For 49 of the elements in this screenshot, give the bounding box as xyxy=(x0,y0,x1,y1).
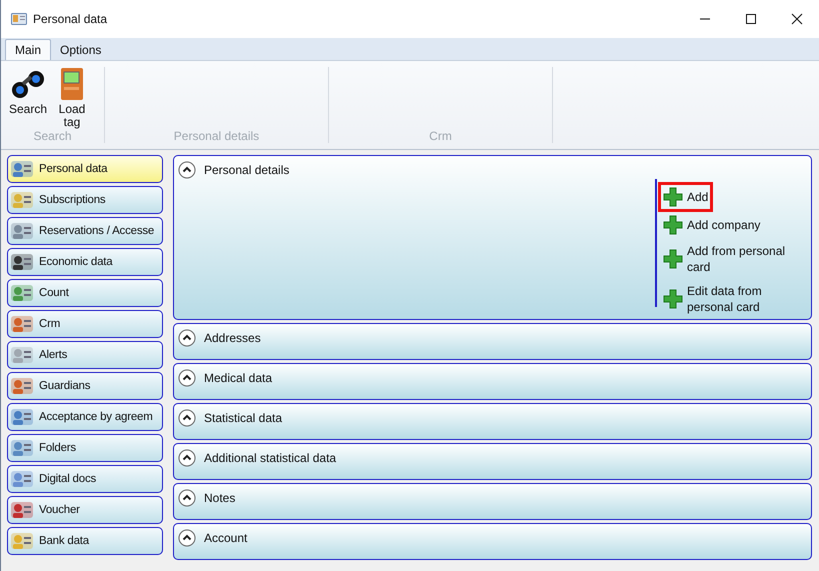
id-card-icon xyxy=(10,158,34,180)
sidebar-item[interactable]: Digital docs xyxy=(7,465,163,493)
ribbon-button[interactable]: Load tag xyxy=(53,67,91,129)
sidebar-item[interactable]: Folders xyxy=(7,434,163,462)
section-title[interactable]: Personal details xyxy=(204,162,290,176)
group-label: Personal details xyxy=(172,129,260,143)
section-title[interactable]: Medical data xyxy=(204,370,272,384)
sidebar-item[interactable]: Guardians xyxy=(7,372,163,400)
sidebar-item[interactable]: Economic data xyxy=(7,248,163,276)
collapse-icon[interactable] xyxy=(178,488,196,506)
plus-icon xyxy=(663,289,683,309)
action-link[interactable]: Edit data from personal card xyxy=(661,281,811,317)
sidebar-item[interactable]: Alerts xyxy=(7,341,163,369)
sidebar-item[interactable]: Voucher xyxy=(7,496,163,524)
action-link[interactable]: Add xyxy=(661,185,710,209)
section-title[interactable]: Statistical data xyxy=(204,410,282,424)
action-link[interactable]: Add company xyxy=(661,213,762,237)
section-title[interactable]: Notes xyxy=(204,490,236,504)
collapse-icon[interactable] xyxy=(178,328,196,346)
sidebar-item[interactable]: Count xyxy=(7,279,163,307)
maximize-icon[interactable] xyxy=(745,13,757,25)
sidebar-item[interactable]: Bank data xyxy=(7,527,163,555)
group-label: Crm xyxy=(428,129,453,143)
action-link[interactable]: Add from personal card xyxy=(661,241,811,277)
sidebar-item[interactable]: Crm xyxy=(7,310,163,338)
window-title: Personal data xyxy=(33,12,108,26)
group-label: Search xyxy=(32,129,73,143)
collapse-icon[interactable] xyxy=(178,528,196,546)
plus-icon xyxy=(663,187,683,207)
plus-icon xyxy=(663,249,683,269)
sidebar-item[interactable]: Acceptance by agreem xyxy=(7,403,163,431)
section-title[interactable]: Additional statistical data xyxy=(204,450,336,464)
ribbon-tab[interactable]: Main xyxy=(5,39,52,60)
ribbon-tab[interactable]: Options xyxy=(51,40,110,60)
collapse-icon[interactable] xyxy=(178,160,196,178)
section-title[interactable]: Addresses xyxy=(204,330,261,344)
ribbon-button[interactable]: Search xyxy=(9,67,47,129)
section-title[interactable]: Account xyxy=(204,530,248,544)
id-card-icon xyxy=(11,12,27,26)
sidebar-item[interactable]: Personal data xyxy=(7,155,163,183)
plus-icon xyxy=(663,215,683,235)
collapse-icon[interactable] xyxy=(178,368,196,386)
collapse-icon[interactable] xyxy=(178,448,196,466)
book-icon xyxy=(59,67,85,101)
close-icon[interactable] xyxy=(791,13,803,25)
sidebar-item[interactable]: Subscriptions xyxy=(7,186,163,214)
sidebar-item[interactable]: Reservations / Accesse xyxy=(7,217,163,245)
id-card-icon xyxy=(10,406,34,428)
collapse-icon[interactable] xyxy=(178,408,196,426)
